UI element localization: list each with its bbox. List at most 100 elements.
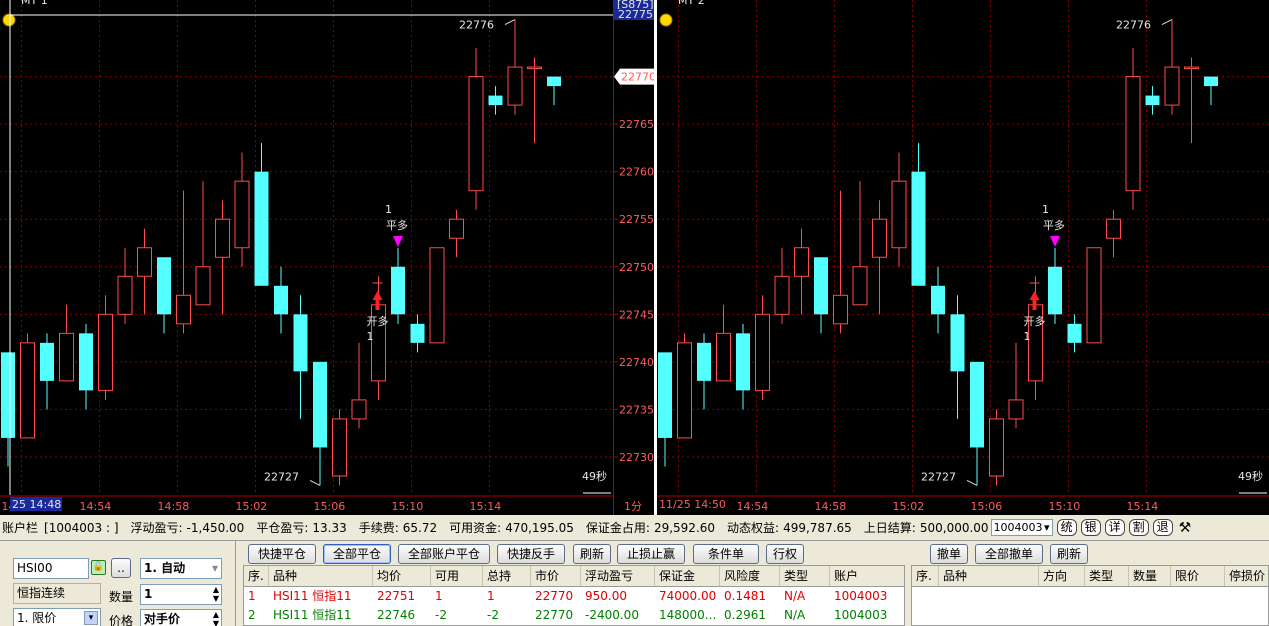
chevron-down-icon: ▾ [1044, 521, 1050, 534]
col-header[interactable]: 总持 [483, 566, 531, 586]
table-cell: N/A [784, 608, 806, 622]
order-qty-label: 1 [1042, 203, 1049, 216]
candle-body-up [215, 218, 230, 258]
account-button-detail[interactable]: 详 [1104, 519, 1125, 536]
close-all-button[interactable]: 全部平仓 [323, 544, 391, 564]
candlestick-chart-2[interactable]: 14:5014:5414:5815:0215:0615:1015:1422776… [657, 0, 1269, 515]
col-header[interactable]: 均价 [373, 566, 431, 586]
quick-reverse-button[interactable]: 快捷反手 [497, 544, 565, 564]
col-header[interactable]: 类型 [1085, 566, 1129, 586]
col-header[interactable]: 序. [244, 566, 269, 586]
col-header[interactable]: 限价 [1171, 566, 1225, 586]
candle-body-down [274, 285, 288, 315]
time-tick-label: 15:14 [470, 500, 502, 513]
table-cell: 1 [487, 589, 495, 603]
candle-body-down [1145, 95, 1160, 106]
available-funds-label: 可用资金: [449, 521, 502, 535]
candle-body-up [234, 180, 250, 249]
table-row[interactable]: 2 HSI11 恒指11 22746 -2 -2 22770 -2400.00 … [244, 606, 904, 625]
time-tick-label: 15:06 [971, 500, 1003, 513]
chart-pane-1[interactable]: 14:5014:5414:5815:0215:0615:1015:1422776… [0, 0, 613, 515]
pane-title: MT 2 [678, 0, 705, 7]
price-type-select[interactable]: 1. 限价 ▾ [13, 608, 101, 626]
table-row[interactable]: 1 HSI11 恒指11 22751 1 1 22770 950.00 7400… [244, 587, 904, 606]
time-tick-label: 15:10 [1049, 500, 1081, 513]
close-all-accounts-button[interactable]: 全部账户平仓 [398, 544, 490, 564]
tools-icon[interactable]: ⚒ [1179, 520, 1192, 536]
quick-close-button[interactable]: 快捷平仓 [248, 544, 316, 564]
conditional-order-button[interactable]: 条件单 [693, 544, 759, 564]
table-cell: 22770 [535, 608, 574, 622]
col-header[interactable]: 市价 [531, 566, 581, 586]
high-label: 22776 [459, 19, 494, 32]
symbol-input[interactable]: HSI00 [13, 558, 89, 579]
mode-select[interactable]: 1. 自动 ▾ [140, 558, 222, 579]
candle-body-down [1067, 323, 1082, 343]
candle-body-down [40, 342, 54, 381]
order-qty-label: 1 [385, 203, 392, 216]
col-header[interactable]: 方向 [1039, 566, 1085, 586]
stepper-icon[interactable]: ▲ ▼ [213, 610, 219, 626]
more-button[interactable]: .. [111, 558, 131, 578]
table-cell: 1004003 [834, 608, 888, 622]
col-header[interactable]: 风险度 [720, 566, 780, 586]
col-header[interactable]: 浮动盈亏 [581, 566, 655, 586]
cancel-all-button[interactable]: 全部撤单 [975, 544, 1043, 564]
price-axis-svg: 22770 22765 22760 22755 22750 22745 22740 22735… [614, 0, 654, 513]
orders-table: 序. 品种 方向 类型 数量 限价 停损价 [911, 565, 1269, 626]
candle-body-up [774, 275, 790, 315]
account-button-split[interactable]: 割 [1128, 519, 1149, 536]
account-button-stats[interactable]: 统 [1056, 519, 1077, 536]
account-button-bank[interactable]: 银 [1080, 519, 1101, 536]
stepper-icon[interactable]: ▲ ▼ [213, 585, 219, 603]
col-header[interactable]: 账户 [830, 566, 904, 586]
cursor-time-label: 25 14:48 [12, 498, 61, 511]
qty-value: 1 [144, 587, 153, 601]
exercise-button[interactable]: 行权 [766, 544, 804, 564]
fee-label: 手续费: [358, 521, 399, 535]
candle-body-up [1184, 66, 1199, 70]
close-pnl-label: 平仓盈亏: [256, 521, 309, 535]
cancel-order-button[interactable]: 撤单 [930, 544, 968, 564]
col-header[interactable]: 序. [912, 566, 939, 586]
time-tick-label: 14:54 [80, 500, 112, 513]
order-close-label: 平多 [1043, 218, 1065, 232]
account-select[interactable]: 1004003 ▾ [990, 519, 1053, 536]
candle-body-up [891, 180, 907, 249]
chart-pane-2[interactable]: 14:5014:5414:5815:0215:0615:1015:1422776… [657, 0, 1269, 515]
table-cell: 2 [248, 608, 256, 622]
candle-body-up [716, 332, 731, 382]
price-type-value: 1. 限价 [17, 611, 57, 625]
high-pointer [1161, 19, 1173, 25]
col-header[interactable]: 类型 [780, 566, 830, 586]
smiley-icon [659, 13, 673, 27]
price-axis: 22770 22765 22760 22755 22750 22745 22740 22735… [613, 0, 654, 515]
pane-title: MT 1 [21, 0, 48, 7]
qty-input[interactable]: 1 ▲ ▼ [140, 584, 222, 605]
price-value: 对手价 [144, 612, 181, 626]
col-header[interactable]: 保证金 [655, 566, 720, 586]
candle-body-down [697, 342, 711, 381]
candle-body-down [313, 361, 327, 448]
candle-body-up [117, 275, 133, 315]
col-header[interactable]: 品种 [939, 566, 1039, 586]
high-pointer [504, 19, 516, 25]
candle-body-up [755, 313, 770, 391]
table-cell: 148000... [659, 608, 717, 622]
col-header[interactable]: 停损价 [1225, 566, 1268, 586]
account-button-exit[interactable]: 退 [1152, 519, 1173, 536]
orders-refresh-button[interactable]: 刷新 [1050, 544, 1088, 564]
refresh-button[interactable]: 刷新 [573, 544, 611, 564]
candle-body-down [931, 285, 945, 315]
table-cell: 1 [435, 589, 443, 603]
candle-body-up [20, 342, 35, 439]
price-tick-label: 22755 [619, 213, 654, 226]
candlestick-chart-1[interactable]: 14:5014:5414:5815:0215:0615:1015:1422776… [0, 0, 613, 515]
price-input[interactable]: 对手价 ▲ ▼ [140, 609, 222, 626]
lock-icon[interactable]: 🔓 [91, 560, 106, 575]
col-header[interactable]: 品种 [269, 566, 373, 586]
col-header[interactable]: 数量 [1129, 566, 1171, 586]
col-header[interactable]: 可用 [431, 566, 483, 586]
table-cell: HSI11 恒指11 [273, 608, 352, 622]
stop-loss-button[interactable]: 止损止赢 [617, 544, 685, 564]
